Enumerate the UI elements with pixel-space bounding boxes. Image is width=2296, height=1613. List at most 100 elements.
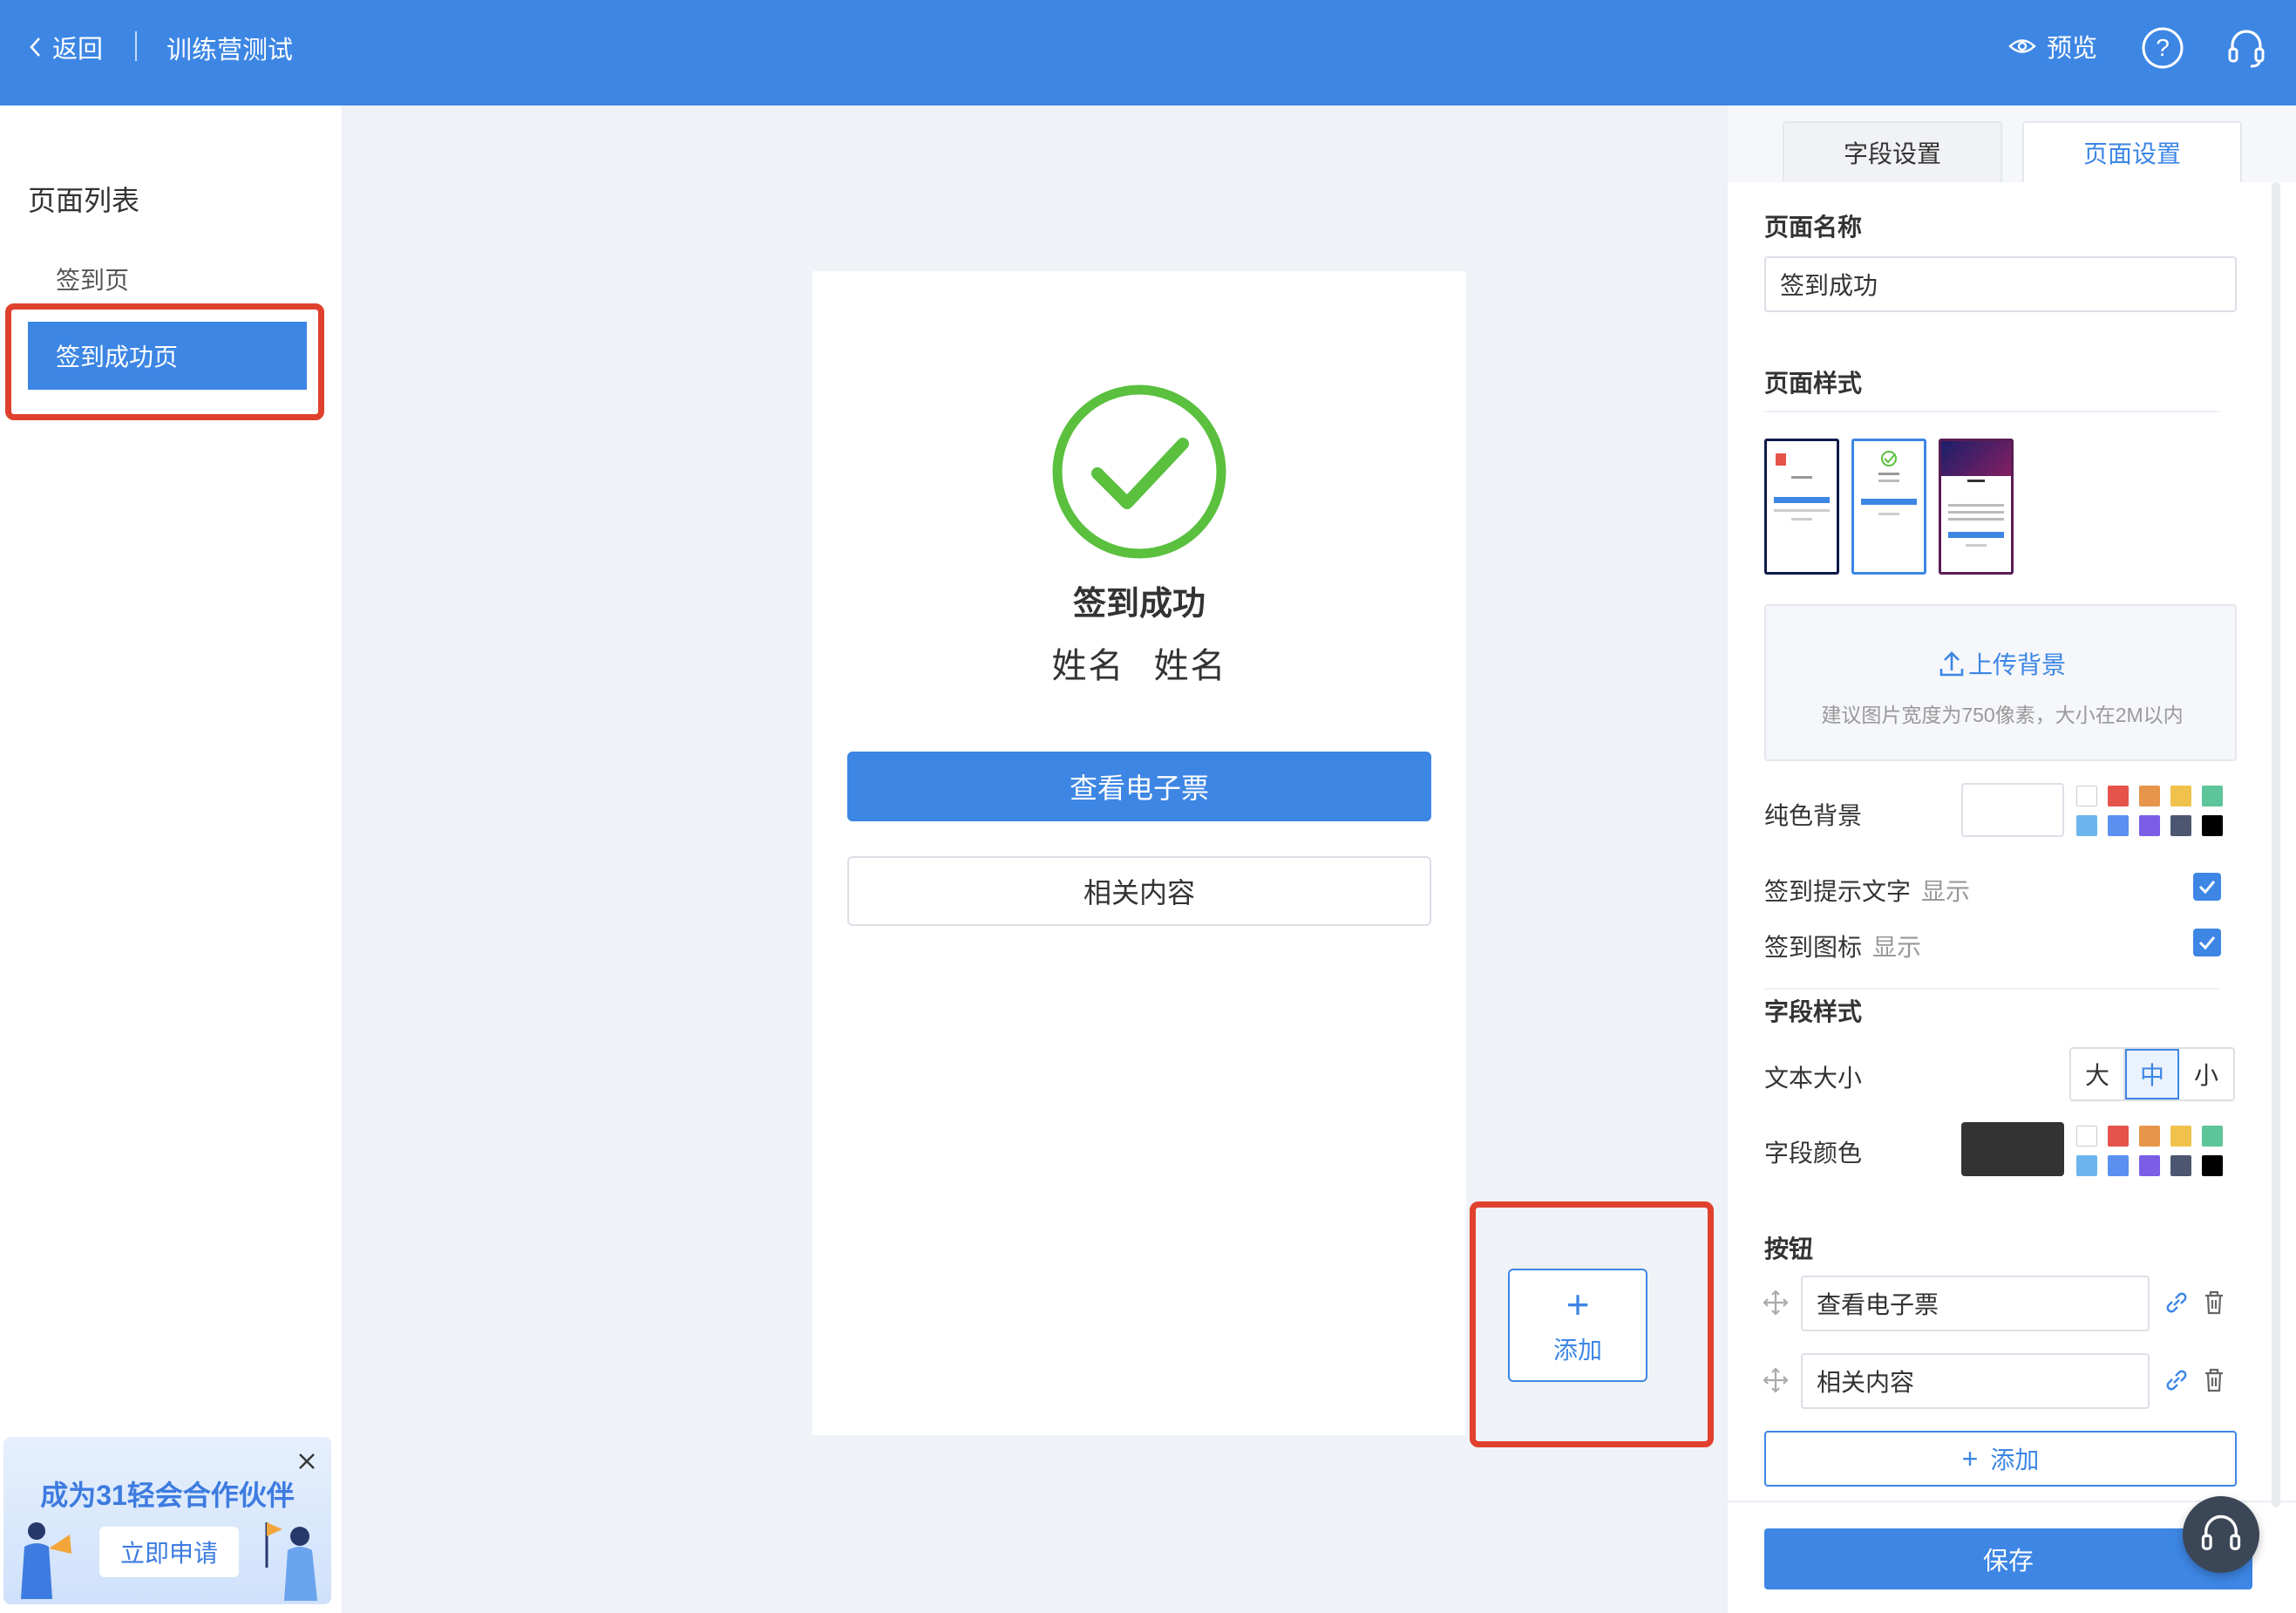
- page-style-thumb-1[interactable]: [1764, 439, 1839, 575]
- swatch-purple[interactable]: [2139, 1155, 2160, 1176]
- field-color-field[interactable]: [1961, 1122, 2064, 1176]
- project-title: 训练营测试: [166, 37, 294, 65]
- swatch-slate[interactable]: [2170, 1155, 2191, 1176]
- apply-now-button[interactable]: 立即申请: [99, 1527, 239, 1577]
- svg-text:?: ?: [2156, 34, 2170, 61]
- drag-handle-icon[interactable]: [1763, 1367, 1789, 1398]
- swatch-light-blue[interactable]: [2076, 1155, 2097, 1176]
- page-item-checkin-success[interactable]: 签到成功页: [28, 322, 307, 390]
- trash-icon[interactable]: [2202, 1290, 2226, 1320]
- related-content-button[interactable]: 相关内容: [847, 856, 1431, 926]
- swatch-red[interactable]: [2108, 1126, 2129, 1147]
- success-title: 签到成功: [1072, 586, 1206, 623]
- drag-handle-icon[interactable]: [1763, 1290, 1789, 1320]
- tab-page-settings[interactable]: 页面设置: [2022, 121, 2242, 182]
- buttons-section-label: 按钮: [1764, 1235, 1814, 1262]
- field-color-palette: [2076, 1126, 2223, 1176]
- button-label-input-2[interactable]: 相关内容: [1801, 1353, 2150, 1409]
- eye-icon: [2008, 39, 2036, 53]
- settings-tabs: 字段设置 页面设置: [1728, 105, 2296, 182]
- link-icon[interactable]: [2164, 1290, 2190, 1320]
- add-button-row-label: 添加: [1990, 1446, 2040, 1473]
- toggle-checkin-text-name: 签到提示文字: [1764, 878, 1912, 905]
- page-style-thumb-2[interactable]: [1851, 439, 1926, 575]
- name-field-a: 姓名: [1051, 647, 1125, 685]
- banner-title: 成为31轻会合作伙伴: [40, 1480, 295, 1511]
- swatch-blue[interactable]: [2108, 815, 2129, 836]
- swatch-red[interactable]: [2108, 786, 2129, 806]
- swatch-orange[interactable]: [2139, 786, 2160, 806]
- partner-banner[interactable]: 成为31轻会合作伙伴 立即申请: [3, 1437, 331, 1604]
- panel-scrollbar[interactable]: [2272, 182, 2280, 1508]
- swatch-light-blue[interactable]: [2076, 815, 2097, 836]
- text-size-small[interactable]: 小: [2179, 1049, 2233, 1099]
- headset-icon[interactable]: [2225, 26, 2268, 74]
- swatch-purple[interactable]: [2139, 815, 2160, 836]
- upload-background-area[interactable]: 上传背景 建议图片宽度为750像素，大小在2M以内: [1764, 604, 2237, 761]
- toggle-checkin-text-checkbox[interactable]: [2193, 873, 2221, 901]
- section-divider: [1764, 988, 2219, 990]
- solid-bg-label: 纯色背景: [1764, 802, 1863, 829]
- checkmark-icon: [2198, 936, 2216, 950]
- swatch-blue[interactable]: [2108, 1155, 2129, 1176]
- page-item-checkin[interactable]: 签到页: [28, 245, 307, 313]
- upload-hint: 建议图片宽度为750像素，大小在2M以内: [1821, 704, 2184, 726]
- preview-label: 预览: [2047, 35, 2098, 63]
- name-field-b: 姓名: [1153, 647, 1227, 685]
- upload-background-button[interactable]: 上传背景: [1766, 646, 2238, 681]
- plus-icon: +: [1961, 1442, 1979, 1474]
- link-icon[interactable]: [2164, 1367, 2190, 1398]
- toggle-checkin-icon-state: 显示: [1872, 934, 1922, 961]
- floating-service-button[interactable]: [2183, 1496, 2259, 1573]
- swatch-black[interactable]: [2202, 815, 2223, 836]
- swatch-white[interactable]: [2076, 786, 2097, 806]
- phone-preview-canvas: 签到成功 姓名 姓名 查看电子票 相关内容: [812, 271, 1466, 1435]
- page-style-label: 页面样式: [1764, 370, 1863, 397]
- check-circle-icon: [1052, 385, 1226, 563]
- add-button-row-button[interactable]: + 添加: [1764, 1431, 2237, 1487]
- swatch-yellow[interactable]: [2170, 1126, 2191, 1147]
- text-size-selector: 大 中 小: [2069, 1047, 2235, 1101]
- page-style-thumb-3[interactable]: [1939, 439, 2014, 575]
- flag-person-illustration: [256, 1515, 326, 1604]
- tab-field-settings[interactable]: 字段设置: [1783, 121, 2002, 182]
- save-button[interactable]: 保存: [1764, 1528, 2252, 1589]
- solid-bg-color-field[interactable]: [1961, 783, 2064, 837]
- headset-icon: [2201, 1514, 2241, 1550]
- text-size-large[interactable]: 大: [2071, 1049, 2125, 1099]
- swatch-green[interactable]: [2202, 1126, 2223, 1147]
- button-label-input-1[interactable]: 查看电子票: [1801, 1276, 2150, 1331]
- swatch-black[interactable]: [2202, 1155, 2223, 1176]
- toggle-checkin-icon-checkbox[interactable]: [2193, 929, 2221, 956]
- preview-button[interactable]: 预览: [2008, 28, 2097, 65]
- settings-panel: 字段设置 页面设置 页面名称 签到成功 页面样式 上传背景 建议图片宽度为750…: [1728, 105, 2296, 1613]
- plus-icon: +: [1566, 1282, 1590, 1327]
- toggle-checkin-text-label: 签到提示文字 显示: [1764, 873, 1970, 908]
- back-label: 返回: [52, 36, 104, 64]
- add-component-label: 添加: [1552, 1337, 1602, 1364]
- text-size-medium[interactable]: 中: [2125, 1049, 2179, 1099]
- swatch-white[interactable]: [2076, 1126, 2097, 1147]
- back-button[interactable]: 返回: [28, 26, 103, 68]
- trash-icon[interactable]: [2202, 1367, 2226, 1398]
- close-icon[interactable]: [296, 1451, 317, 1476]
- upload-icon: [1939, 651, 1964, 677]
- page-name-input[interactable]: 签到成功: [1764, 256, 2237, 312]
- page-list-title: 页面列表: [28, 185, 140, 216]
- solid-bg-palette: [2076, 786, 2223, 836]
- swatch-orange[interactable]: [2139, 1126, 2160, 1147]
- add-component-button[interactable]: + 添加: [1508, 1269, 1647, 1382]
- toggle-checkin-icon-label: 签到图标 显示: [1764, 929, 1921, 963]
- page-list-sidebar: 页面列表 签到页 签到成功页: [0, 105, 342, 1613]
- swatch-green[interactable]: [2202, 786, 2223, 806]
- view-eticket-button[interactable]: 查看电子票: [847, 752, 1431, 821]
- swatch-yellow[interactable]: [2170, 786, 2191, 806]
- question-circle-icon[interactable]: ?: [2141, 26, 2184, 74]
- toggle-checkin-text-state: 显示: [1921, 878, 1971, 905]
- chevron-left-icon: [30, 37, 40, 57]
- section-divider: [1764, 411, 2219, 412]
- field-color-label: 字段颜色: [1764, 1140, 1863, 1167]
- header-divider: [135, 31, 137, 61]
- swatch-slate[interactable]: [2170, 815, 2191, 836]
- megaphone-person-illustration: [16, 1515, 77, 1604]
